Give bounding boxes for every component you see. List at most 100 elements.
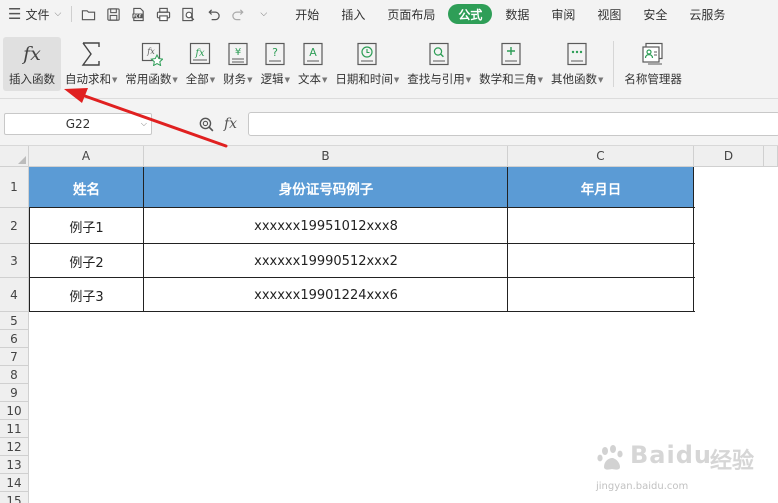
column-header-c[interactable]: C [508, 146, 694, 167]
lookup-and-reference-button[interactable]: 查找与引用▼ [403, 37, 475, 91]
row-header-11[interactable]: 11 [0, 420, 29, 438]
export-pdf-button[interactable] [126, 0, 151, 28]
save-icon [107, 7, 120, 21]
table-cell[interactable]: xxxxxx19951012xxx8 [144, 208, 508, 244]
formula-ribbon: fx 插入函数 自动求和▼ fx 常用函数▼ fx 全部▼ ¥ 财务▼ ? 逻辑▼ A 文本▼ 日期和时间… [0, 28, 778, 99]
row-header-6[interactable]: 6 [0, 330, 29, 348]
row-header-3[interactable]: 3 [0, 244, 29, 278]
tab-review[interactable]: 审阅 [540, 0, 586, 28]
dropdown-arrow-icon: ▼ [284, 75, 290, 84]
autosum-button[interactable]: 自动求和▼ [61, 37, 121, 91]
tab-view[interactable]: 视图 [586, 0, 632, 28]
row-header-4[interactable]: 4 [0, 278, 29, 312]
more-functions-icon [566, 40, 588, 68]
row-header-13[interactable]: 13 [0, 456, 29, 474]
math-icon [500, 40, 522, 68]
row-header-1[interactable]: 1 [0, 167, 29, 208]
zoom-formula-button[interactable] [196, 113, 216, 135]
tab-cloud-service[interactable]: 云服务 [678, 0, 736, 28]
tab-home[interactable]: 开始 [284, 0, 330, 28]
table-cell[interactable]: 例子2 [29, 244, 144, 278]
insert-function-label: 插入函数 [9, 71, 55, 87]
row-header-12[interactable]: 12 [0, 438, 29, 456]
other-functions-button[interactable]: 其他函数▼ [547, 37, 607, 91]
math-and-trig-button[interactable]: 数学和三角▼ [475, 37, 547, 91]
all-functions-button[interactable]: fx 全部▼ [182, 37, 219, 91]
lookup-and-reference-label-text: 查找与引用 [407, 72, 465, 86]
menu-tabs: 开始 插入 页面布局 公式 数据 审阅 视图 安全 云服务 [284, 0, 736, 28]
print-preview-button[interactable] [176, 0, 201, 28]
svg-text:¥: ¥ [235, 47, 241, 58]
name-manager-button[interactable]: 名称管理器 [620, 37, 686, 91]
table-header-cell[interactable]: 身份证号码例子 [144, 167, 508, 208]
fx-icon: fx [19, 40, 45, 68]
open-folder-button[interactable] [76, 0, 101, 28]
redo-button[interactable] [226, 0, 251, 28]
column-header-d[interactable]: D [694, 146, 764, 167]
table-cell[interactable] [508, 208, 694, 244]
row-header-5[interactable]: 5 [0, 312, 29, 330]
file-menu-button[interactable]: ☰ 文件 ⌵ [0, 0, 67, 28]
other-functions-label: 其他函数▼ [551, 71, 603, 87]
column-header-b[interactable]: B [144, 146, 508, 167]
logic-icon: ? [264, 40, 286, 68]
row-header-9[interactable]: 9 [0, 384, 29, 402]
table-header-cell[interactable]: 年月日 [508, 167, 694, 208]
print-icon [157, 7, 171, 21]
common-functions-button[interactable]: fx 常用函数▼ [121, 37, 181, 91]
dropdown-arrow-icon: ▼ [393, 75, 400, 84]
date-and-time-button[interactable]: 日期和时间▼ [331, 37, 403, 91]
row-header-8[interactable]: 8 [0, 366, 29, 384]
print-button[interactable] [151, 0, 176, 28]
column-header-a[interactable]: A [29, 146, 144, 167]
financial-label: 财务▼ [223, 71, 252, 87]
text-function-icon: A [302, 40, 324, 68]
customize-toolbar-button[interactable]: ⌵ [251, 0, 276, 28]
table-cell[interactable] [508, 278, 694, 312]
lookup-and-reference-label: 查找与引用▼ [407, 71, 471, 87]
insert-function-button[interactable]: fx 插入函数 [3, 37, 61, 91]
text-label: 文本▼ [298, 71, 327, 87]
row-header-15[interactable]: 15 [0, 492, 29, 503]
table-cell[interactable]: 例子3 [29, 278, 144, 312]
save-button[interactable] [101, 0, 126, 28]
lookup-icon [428, 40, 450, 68]
name-box[interactable]: G22 ⌵ [4, 113, 152, 135]
financial-button[interactable]: ¥ 财务▼ [219, 37, 256, 91]
table-border-line [29, 207, 695, 208]
tab-page-layout[interactable]: 页面布局 [376, 0, 446, 28]
table-header-cell[interactable]: 姓名 [29, 167, 144, 208]
finance-icon: ¥ [227, 40, 249, 68]
row-header-10[interactable]: 10 [0, 402, 29, 420]
select-all-corner[interactable] [0, 146, 29, 167]
insert-function-label-text: 插入函数 [9, 72, 55, 86]
tab-formulas[interactable]: 公式 [448, 4, 493, 24]
svg-text:A: A [309, 46, 317, 59]
fx-icon: fx [224, 116, 238, 132]
table-cell[interactable]: xxxxxx19990512xxx2 [144, 244, 508, 278]
row-header-14[interactable]: 14 [0, 474, 29, 492]
tab-security[interactable]: 安全 [632, 0, 678, 28]
undo-button[interactable] [201, 0, 226, 28]
logical-button[interactable]: ? 逻辑▼ [257, 37, 294, 91]
tab-data[interactable]: 数据 [494, 0, 540, 28]
formula-input[interactable] [248, 112, 778, 136]
table-cell[interactable]: 例子1 [29, 208, 144, 244]
table-cell[interactable] [508, 244, 694, 278]
insert-function-fx-button[interactable]: fx [224, 113, 237, 135]
table-border-line [29, 243, 695, 244]
export-pdf-icon [132, 7, 145, 21]
table-border-line [693, 167, 694, 312]
table-cell[interactable]: xxxxxx19901224xxx6 [144, 278, 508, 312]
chevron-down-icon: ⌵ [54, 9, 62, 19]
tab-insert[interactable]: 插入 [330, 0, 376, 28]
math-and-trig-label: 数学和三角▼ [479, 71, 543, 87]
text-button[interactable]: A 文本▼ [294, 37, 331, 91]
customize-toolbar-icon: ⌵ [260, 9, 268, 19]
table-border-line [29, 311, 695, 312]
table-border-line [29, 208, 30, 312]
row-header-2[interactable]: 2 [0, 208, 29, 244]
baidu-jingyan-watermark: Baidu 经验 jingyan.baidu.com [592, 441, 772, 497]
row-header-7[interactable]: 7 [0, 348, 29, 366]
dropdown-arrow-icon: ▼ [247, 75, 253, 84]
